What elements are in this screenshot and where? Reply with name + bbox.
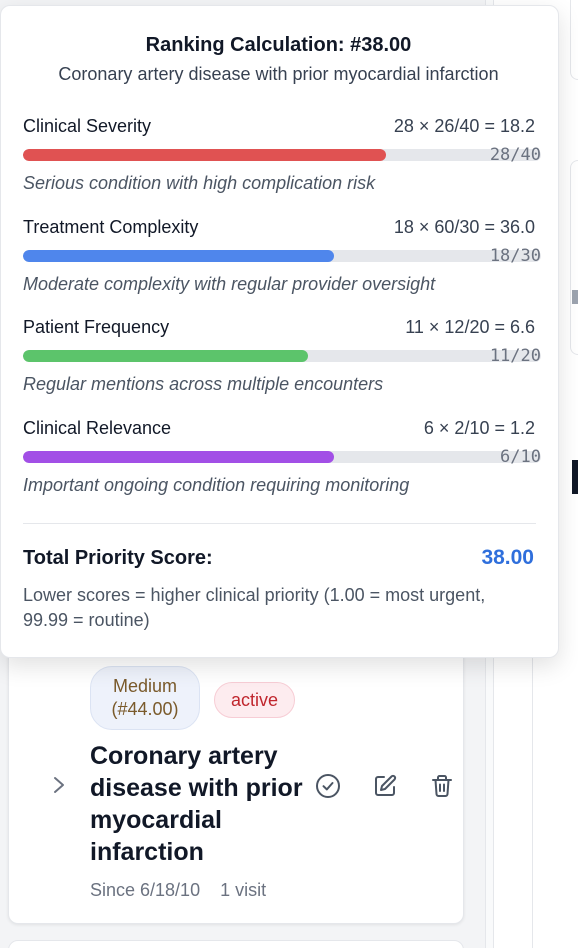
factor-bar-fill bbox=[23, 149, 386, 161]
next-condition-card[interactable] bbox=[8, 940, 464, 948]
factor-bar-track bbox=[23, 350, 541, 362]
right-panel-text-fragment bbox=[572, 290, 578, 304]
factor-description: Regular mentions across multiple encount… bbox=[23, 374, 384, 394]
factor-fraction: 28/40 bbox=[489, 145, 541, 165]
chevron-right-icon[interactable] bbox=[50, 774, 68, 796]
total-score-value: 38.00 bbox=[481, 546, 534, 569]
total-score-note: Lower scores = higher clinical priority … bbox=[23, 585, 486, 630]
status-badge: active bbox=[214, 682, 296, 718]
total-score-label: Total Priority Score: bbox=[23, 547, 213, 569]
popover-divider bbox=[23, 523, 536, 524]
factor-fraction: 18/30 bbox=[489, 246, 541, 266]
delete-button[interactable] bbox=[427, 771, 457, 801]
factor-name: Clinical Severity bbox=[23, 116, 152, 136]
edit-icon bbox=[375, 774, 397, 796]
factor-calculation: 18 × 60/30 = 36.0 bbox=[393, 217, 535, 237]
factor-bar-track bbox=[23, 451, 541, 463]
factor-name: Treatment Complexity bbox=[23, 217, 199, 237]
factor-calculation: 6 × 2/10 = 1.2 bbox=[423, 418, 535, 438]
factor-bar-track bbox=[23, 250, 541, 262]
edit-button[interactable] bbox=[370, 771, 400, 801]
factor-bar-fill bbox=[23, 451, 334, 463]
ranking-calculation-popover: Ranking Calculation: #38.00 Coronary art… bbox=[0, 5, 559, 658]
condition-actions bbox=[313, 771, 457, 801]
resolve-button[interactable] bbox=[313, 771, 343, 801]
factor-calculation: 11 × 12/20 = 6.6 bbox=[405, 317, 535, 337]
factor-name: Clinical Relevance bbox=[23, 418, 172, 438]
factor-bar-fill bbox=[23, 250, 334, 262]
popover-subtitle: Coronary artery disease with prior myoca… bbox=[58, 64, 499, 84]
priority-badge[interactable]: Medium (#44.00) bbox=[90, 666, 200, 730]
factor-description: Important ongoing condition requiring mo… bbox=[23, 475, 410, 495]
right-panel-card bbox=[570, 160, 578, 355]
since-date: Since 6/18/10 bbox=[90, 880, 201, 900]
factor-bar-track bbox=[23, 149, 541, 161]
check-circle-icon bbox=[316, 774, 340, 798]
factor-fraction: 6/10 bbox=[500, 447, 541, 467]
popover-title: Ranking Calculation: #38.00 bbox=[145, 34, 412, 56]
factor-bar-fill bbox=[23, 350, 308, 362]
right-panel-heading-fragment bbox=[572, 460, 578, 494]
factor-fraction: 11/20 bbox=[489, 346, 541, 366]
condition-title: Coronary artery disease with prior myoca… bbox=[90, 742, 303, 866]
trash-icon bbox=[432, 775, 452, 797]
factor-description: Serious condition with high complication… bbox=[23, 173, 376, 193]
condition-meta: Since 6/18/10 1 visit bbox=[90, 880, 266, 901]
visit-count: 1 visit bbox=[220, 880, 267, 900]
right-panel-top-card bbox=[570, 0, 578, 80]
priority-badge-label: Medium (#44.00) bbox=[111, 676, 179, 719]
condition-badges: Medium (#44.00) active bbox=[90, 666, 296, 730]
factor-name: Patient Frequency bbox=[23, 317, 170, 337]
factor-description: Moderate complexity with regular provide… bbox=[23, 274, 436, 294]
factor-calculation: 28 × 26/40 = 18.2 bbox=[393, 116, 535, 136]
